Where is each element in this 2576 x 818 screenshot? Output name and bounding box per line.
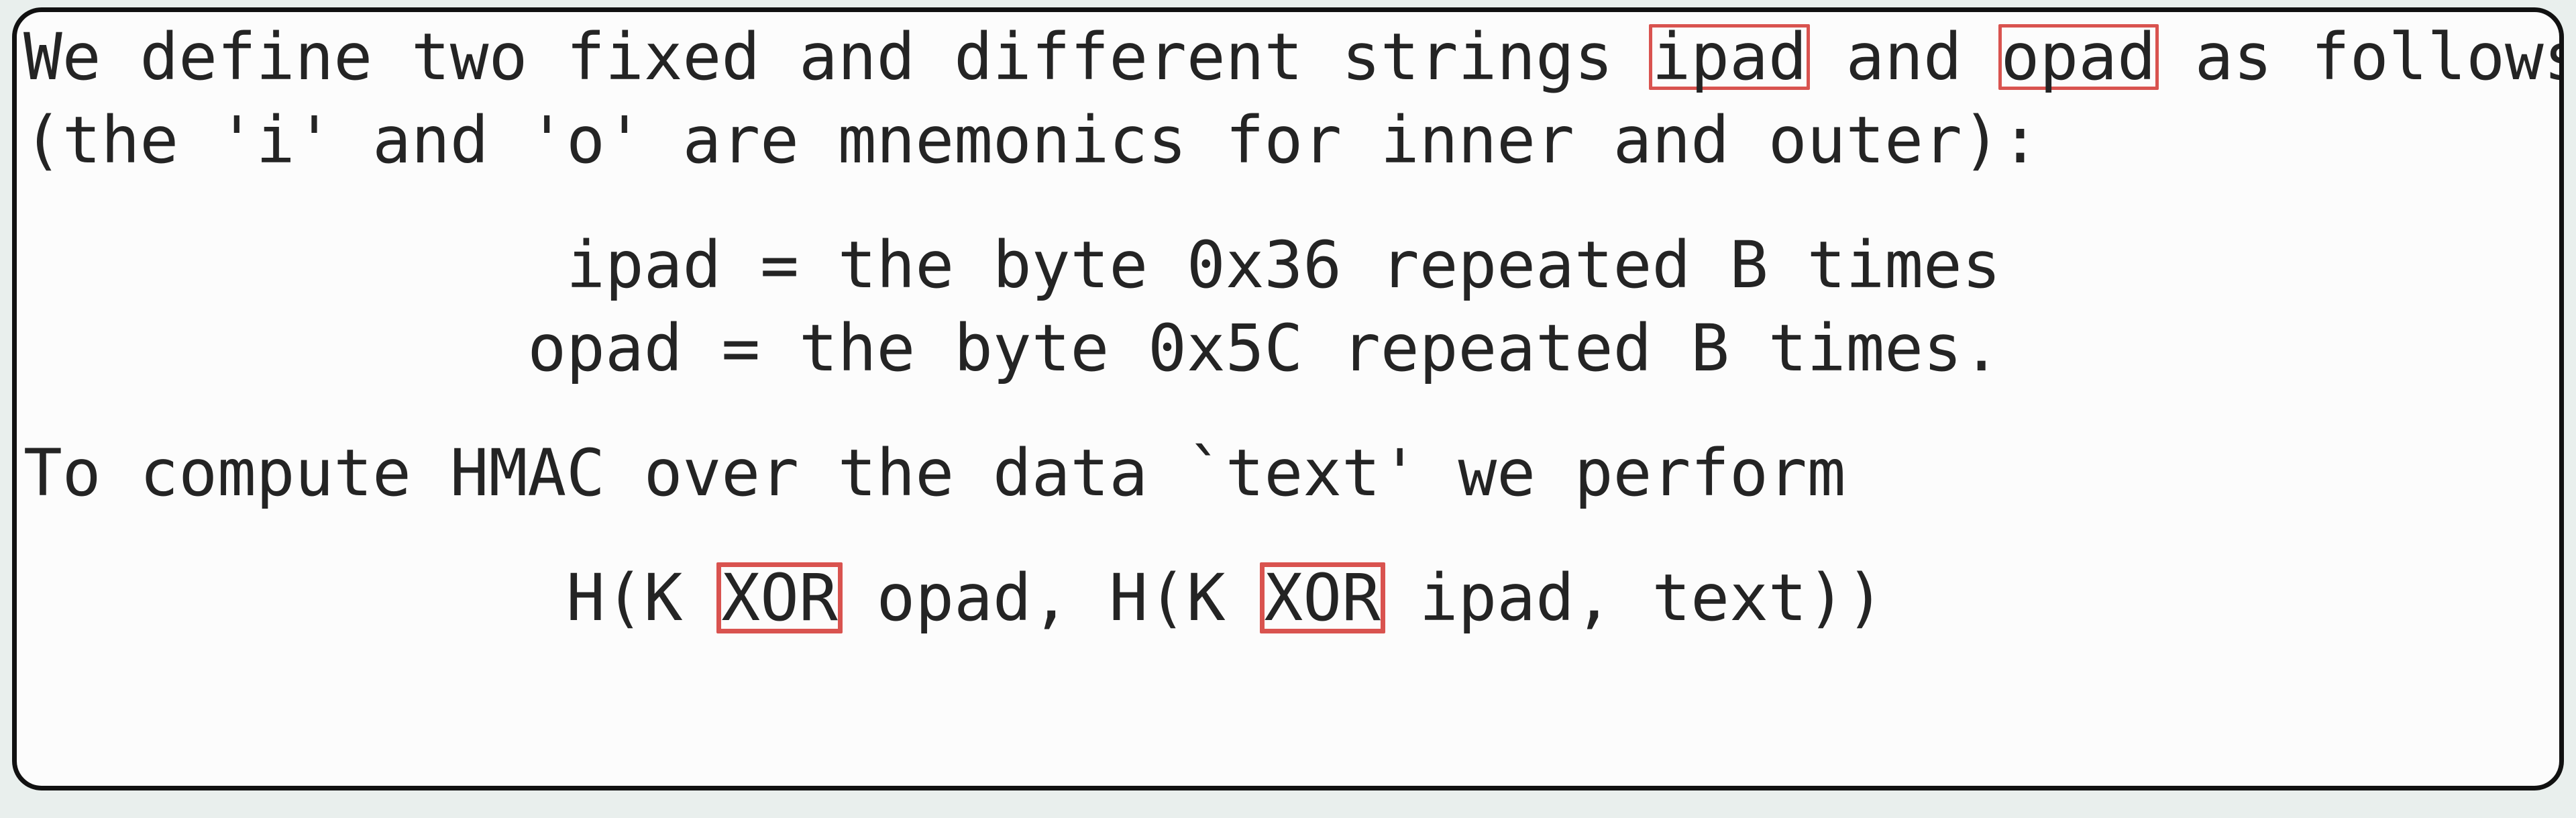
code-text: opad = the byte 0x5C repeated B times. xyxy=(23,311,2001,386)
code-line: opad = the byte 0x5C repeated B times. xyxy=(23,307,2559,390)
excerpt-card: We define two fixed and different string… xyxy=(12,7,2564,790)
code-text: (the 'i' and 'o' are mnemonics for inner… xyxy=(23,103,2040,178)
highlight-box-opad: opad xyxy=(1998,15,2159,99)
code-text: We define two fixed and different string… xyxy=(23,19,1652,95)
code-text: ipad, text)) xyxy=(1380,560,1885,635)
highlight-token: XOR xyxy=(721,560,838,635)
highlight-box-ipad: ipad xyxy=(1649,15,1810,99)
code-line: H(K XOR opad, H(K XOR ipad, text)) xyxy=(23,556,2559,640)
highlight-token: XOR xyxy=(1264,560,1381,635)
code-text: opad, H(K xyxy=(837,560,1265,635)
code-text: To compute HMAC over the data `text' we … xyxy=(23,436,1846,511)
code-text: as follows xyxy=(2155,19,2564,95)
highlight-token: opad xyxy=(2000,19,2156,95)
code-line: To compute HMAC over the data `text' we … xyxy=(23,431,2559,515)
code-line: ipad = the byte 0x36 repeated B times xyxy=(23,223,2559,307)
highlight-token: ipad xyxy=(1652,19,1807,95)
code-text: H(K xyxy=(23,560,722,635)
highlight-box-xor: XOR xyxy=(1259,556,1386,640)
code-line: We define two fixed and different string… xyxy=(23,15,2559,99)
code-line: (the 'i' and 'o' are mnemonics for inner… xyxy=(23,99,2559,182)
code-text: ipad = the byte 0x36 repeated B times xyxy=(23,227,2001,303)
code-text: and xyxy=(1807,19,2001,95)
screenshot-root: We define two fixed and different string… xyxy=(0,0,2576,818)
excerpt-text-block: We define two fixed and different string… xyxy=(17,12,2559,786)
highlight-box-xor: XOR xyxy=(716,556,843,640)
